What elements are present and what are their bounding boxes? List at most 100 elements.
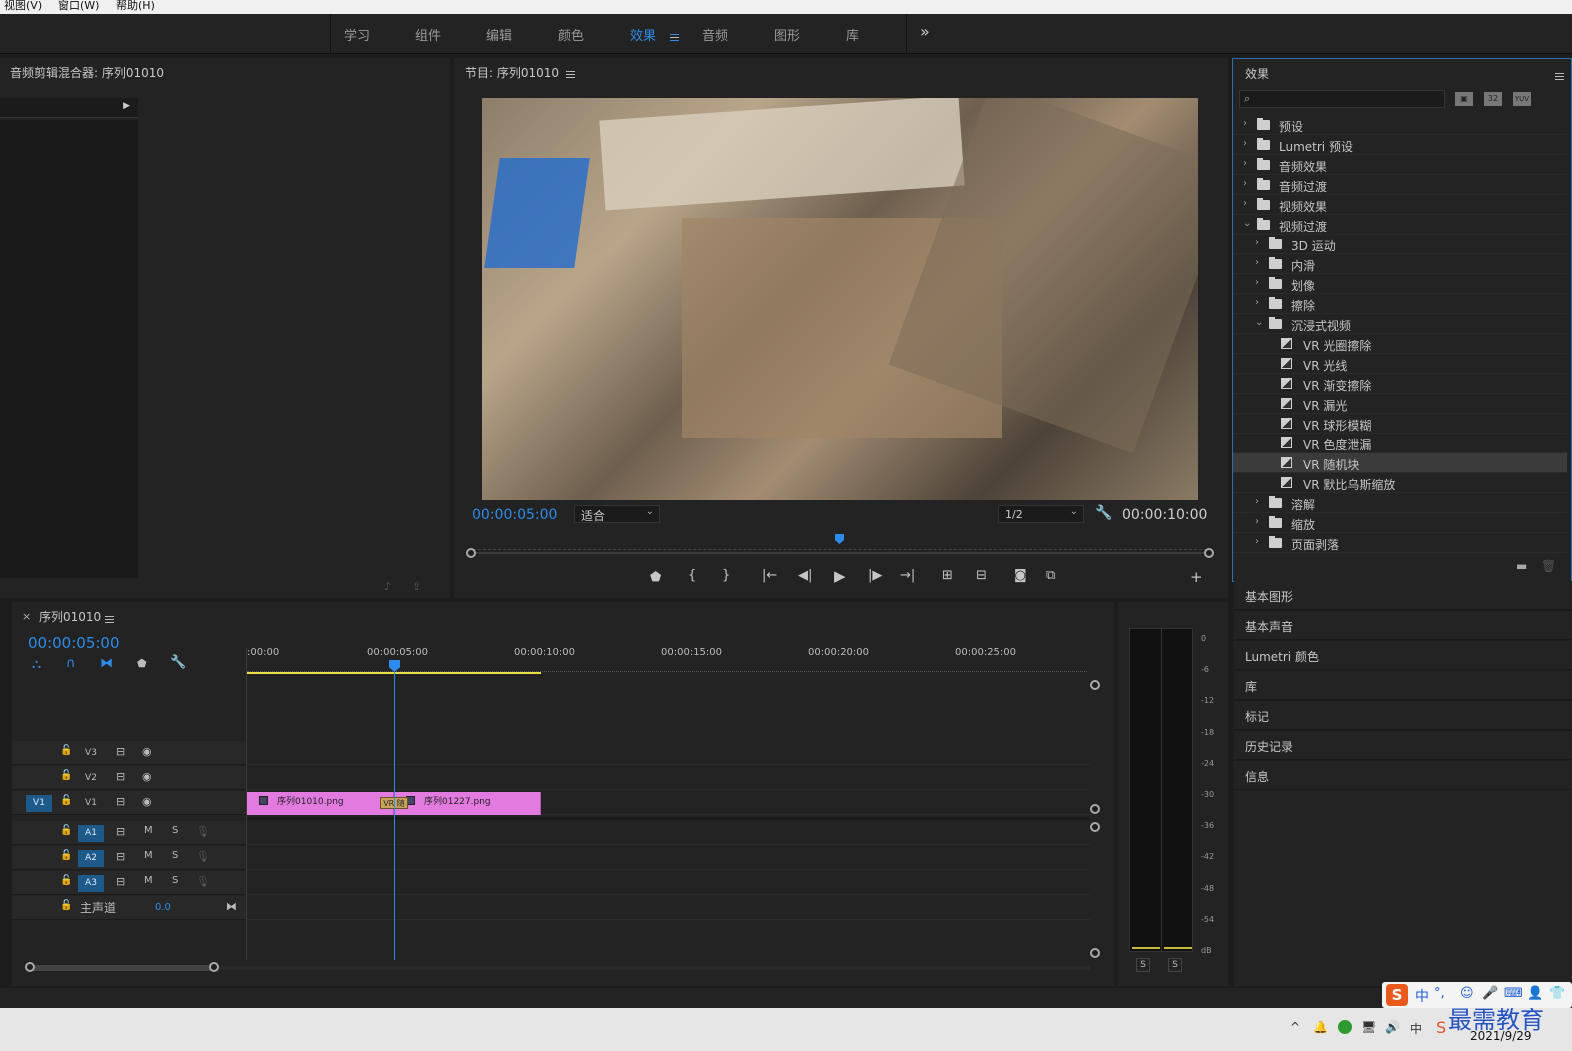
effects-tree-row[interactable]: VR 默比乌斯缩放 bbox=[1233, 473, 1567, 494]
eye-icon[interactable]: ◉ bbox=[142, 795, 152, 808]
zoom-end-handle[interactable] bbox=[1204, 548, 1214, 558]
sync-lock-icon[interactable]: ⊟ bbox=[116, 825, 125, 838]
timeline-ruler-ticks[interactable] bbox=[247, 662, 1087, 672]
chevron-down-icon[interactable]: ⌄ bbox=[1243, 218, 1251, 229]
snap-magnet-icon[interactable]: ∩ bbox=[66, 656, 76, 671]
effects-search-input[interactable]: ⌕ bbox=[1239, 90, 1445, 108]
tab-graphics[interactable]: 图形 bbox=[774, 25, 800, 44]
solo-button[interactable]: S bbox=[172, 850, 178, 861]
solo-button[interactable]: S bbox=[172, 875, 178, 886]
add-button-icon[interactable]: + bbox=[1190, 568, 1203, 586]
chevron-right-icon[interactable]: › bbox=[1255, 277, 1259, 288]
video-clip[interactable]: 序列01010.png bbox=[247, 792, 394, 815]
tab-color[interactable]: 颜色 bbox=[558, 25, 584, 44]
timeline-menu-icon[interactable] bbox=[105, 612, 114, 626]
lock-icon[interactable]: 🔓 bbox=[60, 745, 72, 756]
chevron-right-icon[interactable]: › bbox=[1243, 158, 1247, 169]
side-panel-tab[interactable]: 基本图形 bbox=[1234, 581, 1572, 610]
effects-tree-row[interactable]: › 划像 bbox=[1233, 274, 1567, 295]
track-lane-a3[interactable] bbox=[247, 871, 1090, 895]
mute-button[interactable]: M bbox=[144, 850, 153, 861]
mixer-export-icon[interactable]: ⇪ bbox=[412, 580, 421, 593]
extract-icon[interactable]: ⊟ bbox=[976, 568, 987, 583]
solo-right-button[interactable]: S bbox=[1168, 958, 1182, 972]
tab-editing[interactable]: 编辑 bbox=[486, 25, 512, 44]
effects-tree-row[interactable]: VR 色度泄漏 bbox=[1233, 433, 1567, 454]
mark-out-icon[interactable]: } bbox=[722, 568, 730, 583]
side-panel-tab[interactable]: Lumetri 颜色 bbox=[1234, 641, 1572, 670]
video-clip[interactable]: 序列01227.png bbox=[394, 792, 541, 815]
chevron-right-icon[interactable]: › bbox=[1243, 198, 1247, 209]
lock-icon[interactable]: 🔓 bbox=[60, 770, 72, 781]
step-back-icon[interactable]: ◀| bbox=[798, 568, 812, 583]
chevron-right-icon[interactable]: › bbox=[1243, 178, 1247, 189]
mute-button[interactable]: M bbox=[144, 875, 153, 886]
ime-keyboard-icon[interactable]: ⌨ bbox=[1504, 986, 1523, 1001]
effects-tree-row[interactable]: VR 随机块 bbox=[1233, 453, 1567, 474]
effects-tree-row[interactable]: › 内滑 bbox=[1233, 254, 1567, 275]
go-to-in-icon[interactable]: |← bbox=[762, 568, 777, 583]
ime-skin-icon[interactable]: 👕 bbox=[1549, 986, 1565, 1001]
source-patch-button[interactable]: V1 bbox=[26, 795, 52, 812]
add-marker-icon[interactable]: ⬟ bbox=[650, 570, 661, 585]
mute-button[interactable]: M bbox=[144, 825, 153, 836]
track-lane-v2[interactable] bbox=[247, 766, 1090, 790]
effects-tree-row[interactable]: VR 光圈擦除 bbox=[1233, 334, 1567, 354]
effects-menu-icon[interactable] bbox=[1555, 69, 1564, 83]
chevron-right-icon[interactable]: › bbox=[1255, 536, 1259, 547]
track-target-button[interactable]: A3 bbox=[78, 875, 104, 892]
solo-button[interactable]: S bbox=[172, 825, 178, 836]
chevron-right-icon[interactable]: › bbox=[1255, 297, 1259, 308]
ime-punctuation-icon[interactable]: °, bbox=[1434, 986, 1445, 1001]
compare-view-icon[interactable]: ⧉ bbox=[1046, 568, 1055, 583]
eye-icon[interactable]: ◉ bbox=[142, 745, 152, 758]
lock-icon[interactable]: 🔓 bbox=[60, 875, 72, 886]
effects-tree-row[interactable]: › 音频过渡 bbox=[1233, 175, 1567, 195]
tray-expand-icon[interactable]: ^ bbox=[1290, 1020, 1300, 1034]
chevron-right-icon[interactable]: › bbox=[1243, 138, 1247, 149]
step-forward-icon[interactable]: |▶ bbox=[868, 568, 882, 583]
effects-tree-row[interactable]: ⌄ 视频过渡 bbox=[1233, 215, 1567, 235]
camera-icon[interactable]: ◙ bbox=[1014, 568, 1027, 583]
timeline-zoom-start-handle[interactable] bbox=[25, 962, 35, 972]
ime-emoji-icon[interactable]: ☺ bbox=[1460, 986, 1474, 1001]
side-panel-tab[interactable]: 标记 bbox=[1234, 701, 1572, 730]
ime-user-icon[interactable]: 👤 bbox=[1527, 986, 1543, 1001]
side-panel-tab[interactable]: 信息 bbox=[1234, 761, 1572, 790]
lock-icon[interactable]: 🔓 bbox=[60, 850, 72, 861]
program-zoom-bar[interactable] bbox=[472, 552, 1206, 554]
lift-icon[interactable]: ⊞ bbox=[942, 568, 953, 583]
master-track-toggle-icon[interactable]: ⧓ bbox=[226, 900, 237, 913]
chevron-right-icon[interactable]: › bbox=[1255, 496, 1259, 507]
effects-tree-row[interactable]: VR 光线 bbox=[1233, 354, 1567, 374]
effects-tree-row[interactable]: ⌄ 沉浸式视频 bbox=[1233, 314, 1567, 334]
linked-selection-icon[interactable]: ⧓ bbox=[100, 656, 113, 671]
effects-tree-row[interactable]: › 3D 运动 bbox=[1233, 234, 1567, 255]
notification-bell-icon[interactable]: 🔔 bbox=[1313, 1020, 1328, 1034]
track-lane-a1[interactable] bbox=[247, 821, 1090, 845]
track-target-button[interactable]: A2 bbox=[78, 850, 104, 867]
audio-scroll-bottom-handle[interactable] bbox=[1090, 948, 1100, 958]
close-icon[interactable]: × bbox=[22, 610, 31, 623]
play-icon[interactable]: ▶ bbox=[834, 567, 846, 585]
sogou-logo-icon[interactable]: S bbox=[1386, 984, 1408, 1006]
32bit-effects-icon[interactable]: 32 bbox=[1484, 92, 1502, 106]
chevron-right-icon[interactable]: › bbox=[1243, 118, 1247, 129]
wrench-icon[interactable]: 🔧 bbox=[1095, 505, 1112, 521]
effects-tree-row[interactable]: › Lumetri 预设 bbox=[1233, 135, 1567, 155]
tab-learn[interactable]: 学习 bbox=[344, 25, 370, 44]
timeline-settings-wrench-icon[interactable]: 🔧 bbox=[170, 655, 186, 670]
mark-in-icon[interactable]: { bbox=[688, 568, 696, 583]
effects-tree-row[interactable]: VR 球形模糊 bbox=[1233, 414, 1567, 434]
track-target-button[interactable]: V3 bbox=[78, 745, 104, 762]
lock-icon[interactable]: 🔓 bbox=[60, 795, 72, 806]
track-lane-master[interactable] bbox=[247, 896, 1090, 920]
delete-icon[interactable]: 🗑 bbox=[1541, 559, 1556, 573]
video-scroll-top-handle[interactable] bbox=[1090, 680, 1100, 690]
tab-audio[interactable]: 音频 bbox=[702, 25, 728, 44]
chevron-right-icon[interactable]: › bbox=[1255, 237, 1259, 248]
track-lane-a2[interactable] bbox=[247, 846, 1090, 870]
ime-indicator[interactable]: 中 bbox=[1410, 1020, 1422, 1037]
overflow-chevron-icon[interactable]: » bbox=[920, 22, 930, 41]
tab-effects[interactable]: 效果 bbox=[630, 25, 656, 44]
